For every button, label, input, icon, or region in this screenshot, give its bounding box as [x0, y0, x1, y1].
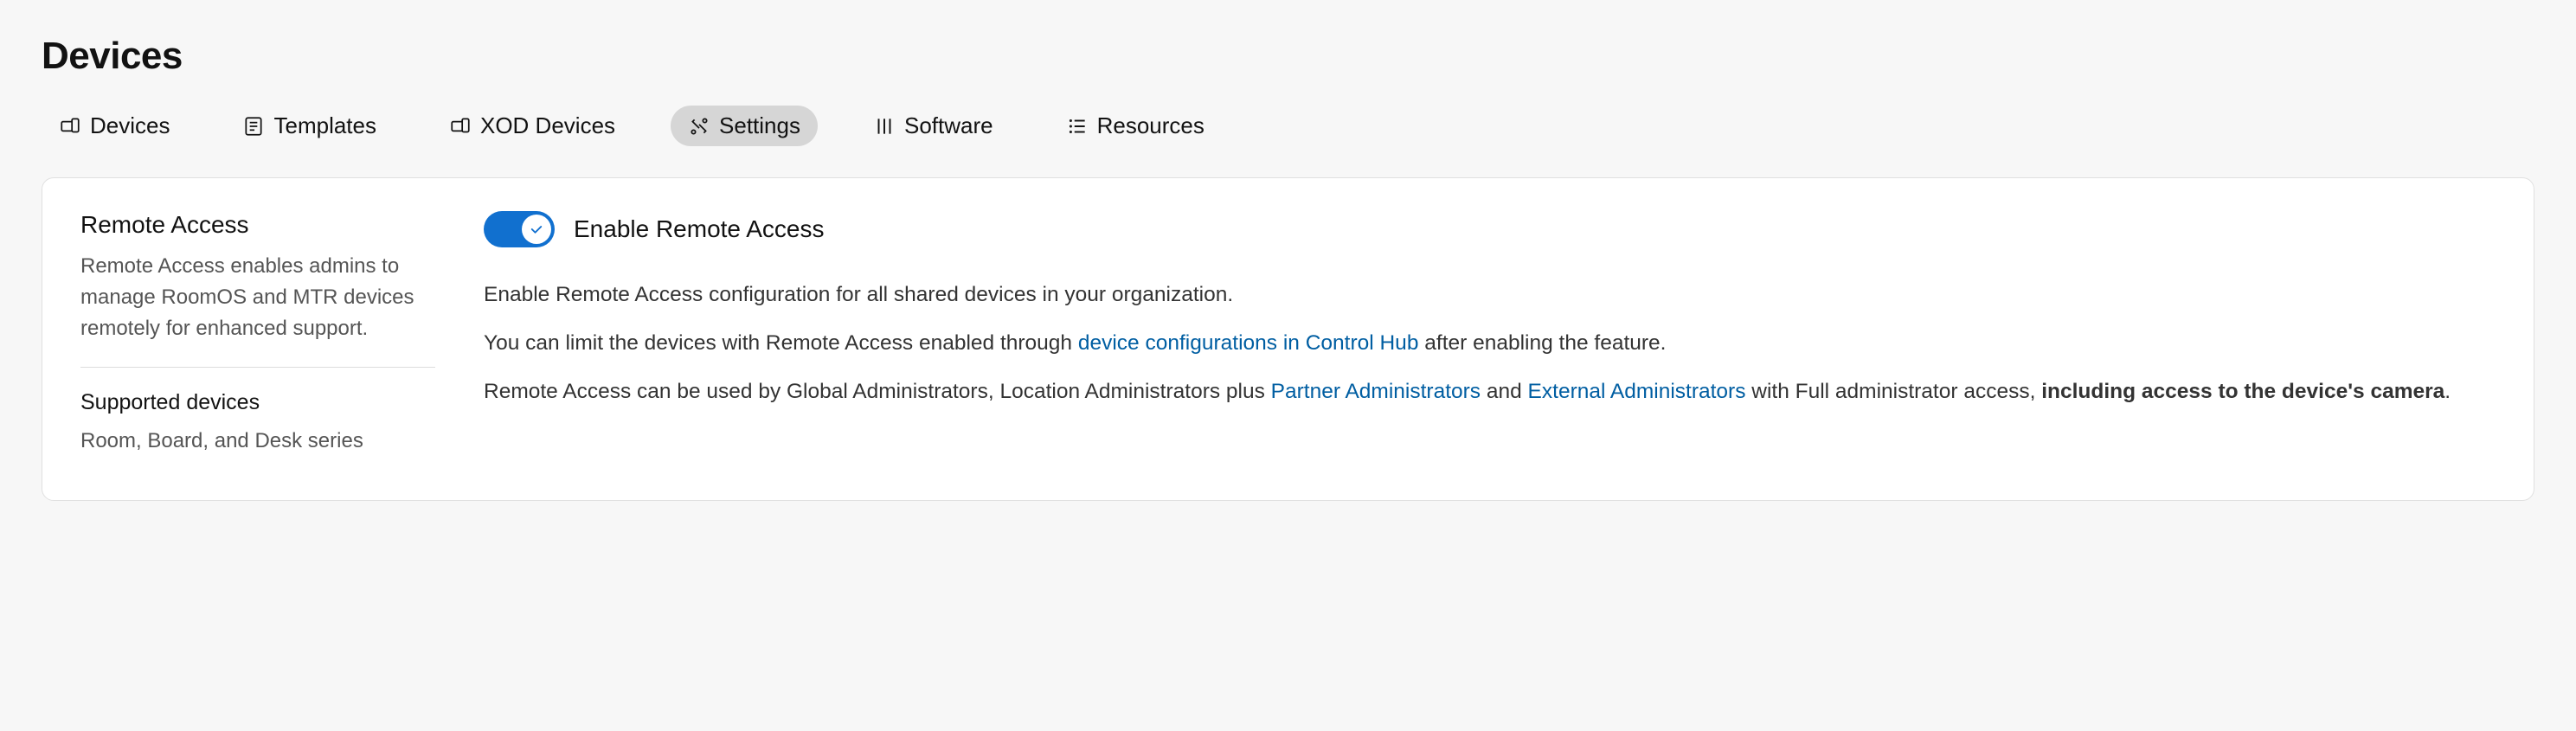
divider: [80, 367, 435, 368]
tab-xod-devices[interactable]: XOD Devices: [432, 106, 633, 146]
link-device-configurations[interactable]: device configurations in Control Hub: [1078, 331, 1419, 355]
xod-devices-icon: [449, 115, 472, 138]
check-icon: [529, 221, 544, 237]
tab-label: Settings: [719, 112, 800, 139]
templates-icon: [242, 115, 265, 138]
toggle-knob: [522, 215, 551, 244]
enable-remote-access-toggle[interactable]: [484, 211, 555, 247]
enable-remote-access-label: Enable Remote Access: [574, 215, 825, 243]
remote-access-description: Remote Access enables admins to manage R…: [80, 251, 435, 344]
settings-icon: [688, 115, 710, 138]
remote-access-para-3: Remote Access can be used by Global Admi…: [484, 375, 2496, 408]
tab-settings[interactable]: Settings: [671, 106, 818, 146]
supported-devices-list: Room, Board, and Desk series: [80, 426, 435, 457]
side-column: Remote Access Remote Access enables admi…: [80, 211, 435, 457]
tab-label: Devices: [90, 112, 170, 139]
strong-text: including access to the device's camera: [2041, 380, 2444, 403]
tab-label: XOD Devices: [480, 112, 615, 139]
text: Remote Access can be used by Global Admi…: [484, 380, 1271, 403]
page-title: Devices: [42, 35, 2534, 78]
text: and: [1481, 380, 1528, 403]
tab-label: Resources: [1097, 112, 1204, 139]
software-icon: [873, 115, 896, 138]
main-column: Enable Remote Access Enable Remote Acces…: [484, 211, 2496, 457]
text: with Full administrator access,: [1745, 380, 2041, 403]
remote-access-para-1: Enable Remote Access configuration for a…: [484, 279, 2496, 311]
link-external-administrators[interactable]: External Administrators: [1528, 380, 1746, 403]
tab-software[interactable]: Software: [856, 106, 1011, 146]
tabs-bar: Devices Templates XOD Devices: [42, 106, 2534, 146]
text: You can limit the devices with Remote Ac…: [484, 331, 1078, 355]
remote-access-heading: Remote Access: [80, 211, 435, 239]
enable-remote-access-row: Enable Remote Access: [484, 211, 2496, 247]
text: .: [2444, 380, 2451, 403]
link-partner-administrators[interactable]: Partner Administrators: [1271, 380, 1481, 403]
tab-label: Software: [904, 112, 993, 139]
tab-resources[interactable]: Resources: [1049, 106, 1222, 146]
tab-devices[interactable]: Devices: [42, 106, 187, 146]
remote-access-card: Remote Access Remote Access enables admi…: [42, 177, 2534, 501]
tab-label: Templates: [273, 112, 376, 139]
supported-devices-heading: Supported devices: [80, 390, 435, 415]
devices-icon: [59, 115, 81, 138]
remote-access-para-2: You can limit the devices with Remote Ac…: [484, 327, 2496, 360]
tab-templates[interactable]: Templates: [225, 106, 394, 146]
resources-icon: [1066, 115, 1089, 138]
text: after enabling the feature.: [1418, 331, 1666, 355]
